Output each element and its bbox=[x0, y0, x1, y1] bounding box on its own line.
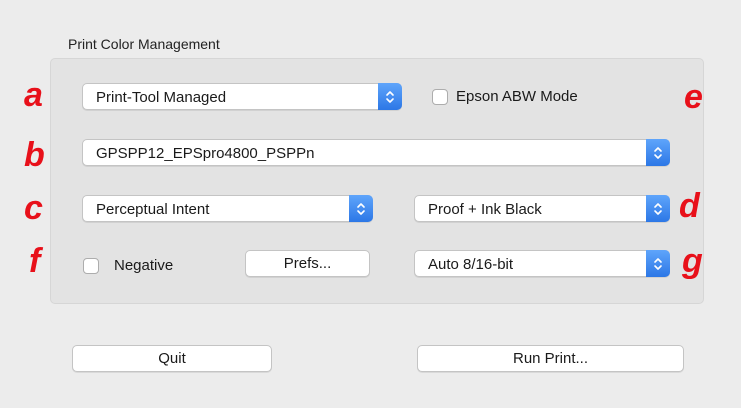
epson-abw-checkbox[interactable] bbox=[432, 89, 448, 105]
popup-chevron-icon bbox=[646, 195, 670, 222]
popup-chevron-icon bbox=[646, 250, 670, 277]
quit-button[interactable]: Quit bbox=[72, 345, 272, 372]
annotation-letter-f: f bbox=[29, 242, 41, 280]
proof-mode-popup[interactable]: Proof + Ink Black bbox=[414, 195, 670, 222]
prefs-button[interactable]: Prefs... bbox=[245, 250, 370, 277]
negative-checkbox[interactable] bbox=[83, 258, 99, 274]
color-management-popup[interactable]: Print-Tool Managed bbox=[82, 83, 402, 110]
rendering-intent-value: Perceptual Intent bbox=[96, 201, 210, 218]
annotation-letter-b: b bbox=[24, 136, 45, 174]
color-management-value: Print-Tool Managed bbox=[96, 89, 227, 106]
popup-chevron-icon bbox=[378, 83, 402, 110]
group-title: Print Color Management bbox=[68, 36, 220, 52]
rendering-intent-popup[interactable]: Perceptual Intent bbox=[82, 195, 373, 222]
annotation-letter-a: a bbox=[24, 76, 43, 114]
annotation-letter-g: g bbox=[682, 242, 703, 280]
bit-depth-popup[interactable]: Auto 8/16-bit bbox=[414, 250, 670, 277]
run-print-button[interactable]: Run Print... bbox=[417, 345, 684, 372]
annotation-letter-e: e bbox=[684, 78, 703, 116]
bit-depth-value: Auto 8/16-bit bbox=[428, 256, 514, 273]
popup-chevron-icon bbox=[646, 139, 670, 166]
popup-chevron-icon bbox=[349, 195, 373, 222]
printer-profile-popup[interactable]: GPSPP12_EPSpro4800_PSPPn bbox=[82, 139, 670, 166]
negative-label: Negative bbox=[114, 257, 174, 274]
epson-abw-label: Epson ABW Mode bbox=[456, 88, 578, 105]
proof-mode-value: Proof + Ink Black bbox=[428, 201, 542, 218]
printer-profile-value: GPSPP12_EPSpro4800_PSPPn bbox=[96, 145, 315, 162]
annotation-letter-c: c bbox=[24, 189, 43, 227]
annotation-letter-d: d bbox=[679, 187, 700, 225]
